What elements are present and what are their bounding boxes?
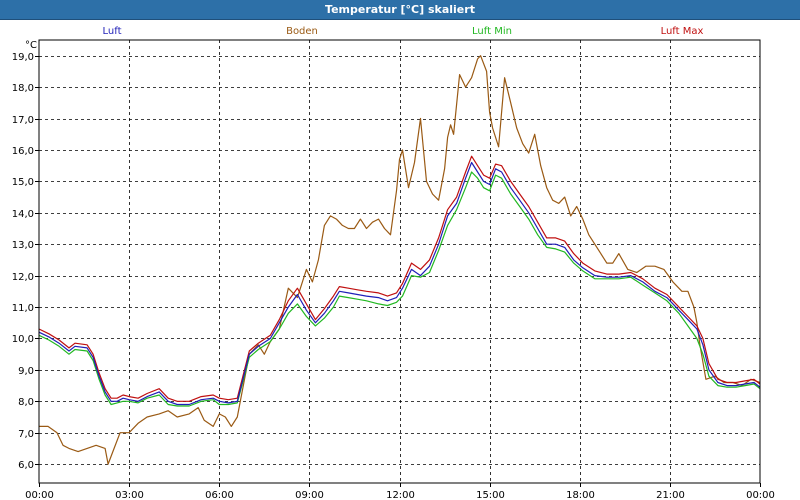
y-tick-label: 15,0	[12, 177, 34, 188]
y-tick-label: 14,0	[12, 209, 34, 220]
y-axis: 19,0 18,0 17,0 16,0 15,0 14,0 13,0 12,0 11,0 10,0…	[12, 52, 39, 471]
chart-window: Temperatur [°C] skaliert Luft Boden Luft M…	[0, 0, 800, 500]
y-unit-label: °C	[25, 40, 37, 51]
x-tick-time-label: 21:00	[656, 490, 685, 500]
legend-entry: Luft	[103, 26, 122, 37]
y-tick-label: 10,0	[12, 334, 34, 345]
y-tick-label: 12,0	[12, 272, 34, 283]
x-axis: 00:0016.05.1903:0016.05.1906:0016.05.190…	[25, 483, 775, 500]
temperature-chart: Luft Boden Luft Min Luft Max °C 19,0 18,0 17,…	[12, 26, 775, 500]
y-tick-label: 8,0	[18, 397, 34, 408]
x-tick-time-label: 06:00	[205, 490, 234, 500]
x-tick-time-label: 09:00	[295, 490, 324, 500]
x-tick-time-label: 18:00	[566, 490, 595, 500]
y-tick-label: 19,0	[12, 52, 34, 63]
y-tick-label: 16,0	[12, 146, 34, 157]
y-tick-label: 13,0	[12, 240, 34, 251]
chart-title: Temperatur [°C] skaliert	[0, 0, 800, 20]
y-tick-label: 17,0	[12, 115, 34, 126]
y-tick-label: 6,0	[18, 460, 34, 471]
x-tick-time-label: 00:00	[25, 490, 54, 500]
legend-entry: Luft Min	[472, 26, 512, 37]
y-tick-label: 7,0	[18, 429, 34, 440]
legend-entry: Luft Max	[661, 26, 704, 37]
x-tick-time-label: 12:00	[386, 490, 415, 500]
x-tick-time-label: 00:00	[746, 490, 775, 500]
y-tick-label: 11,0	[12, 303, 34, 314]
x-tick-time-label: 03:00	[115, 490, 144, 500]
legend: Luft Boden Luft Min Luft Max	[103, 26, 704, 37]
y-tick-label: 18,0	[12, 83, 34, 94]
legend-entry: Boden	[286, 26, 318, 37]
y-tick-label: 9,0	[18, 366, 34, 377]
x-tick-time-label: 15:00	[476, 490, 505, 500]
